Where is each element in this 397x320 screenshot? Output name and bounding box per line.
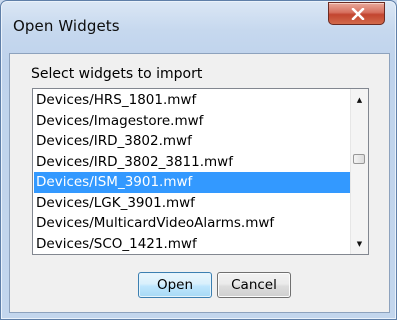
close-icon	[351, 8, 365, 20]
list-item[interactable]: Devices/LGK_3901.mwf	[34, 193, 351, 214]
open-button[interactable]: Open	[138, 272, 212, 298]
cancel-button[interactable]: Cancel	[217, 272, 291, 298]
close-button[interactable]	[328, 2, 385, 25]
list-item[interactable]: Devices/MulticardVideoAlarms.mwf	[34, 213, 351, 234]
dialog-window: Open Widgets Select widgets to import De…	[0, 0, 397, 320]
list-item[interactable]: Devices/SCO_1421.mwf	[34, 234, 351, 255]
list-item[interactable]: Devices/Imagestore.mwf	[34, 111, 351, 132]
list-item-selected[interactable]: Devices/ISM_3901.mwf	[34, 172, 351, 193]
scroll-up-arrow-icon[interactable]: ▲	[351, 91, 368, 108]
widgets-listbox[interactable]: Devices/HRS_1801.mwf Devices/Imagestore.…	[32, 88, 369, 255]
dialog-content: Select widgets to import Devices/HRS_180…	[9, 53, 390, 313]
window-title: Open Widgets	[13, 17, 120, 35]
list-item[interactable]: Devices/IRD_3802_3811.mwf	[34, 152, 351, 173]
prompt-label: Select widgets to import	[31, 66, 203, 82]
list-item[interactable]: Devices/IRD_3802.mwf	[34, 131, 351, 152]
scroll-thumb[interactable]	[353, 154, 365, 164]
widgets-list: Devices/HRS_1801.mwf Devices/Imagestore.…	[34, 90, 351, 254]
vertical-scrollbar[interactable]: ▲ ▼	[350, 89, 368, 254]
scroll-down-arrow-icon[interactable]: ▼	[351, 235, 368, 252]
list-item[interactable]: Devices/HRS_1801.mwf	[34, 90, 351, 111]
